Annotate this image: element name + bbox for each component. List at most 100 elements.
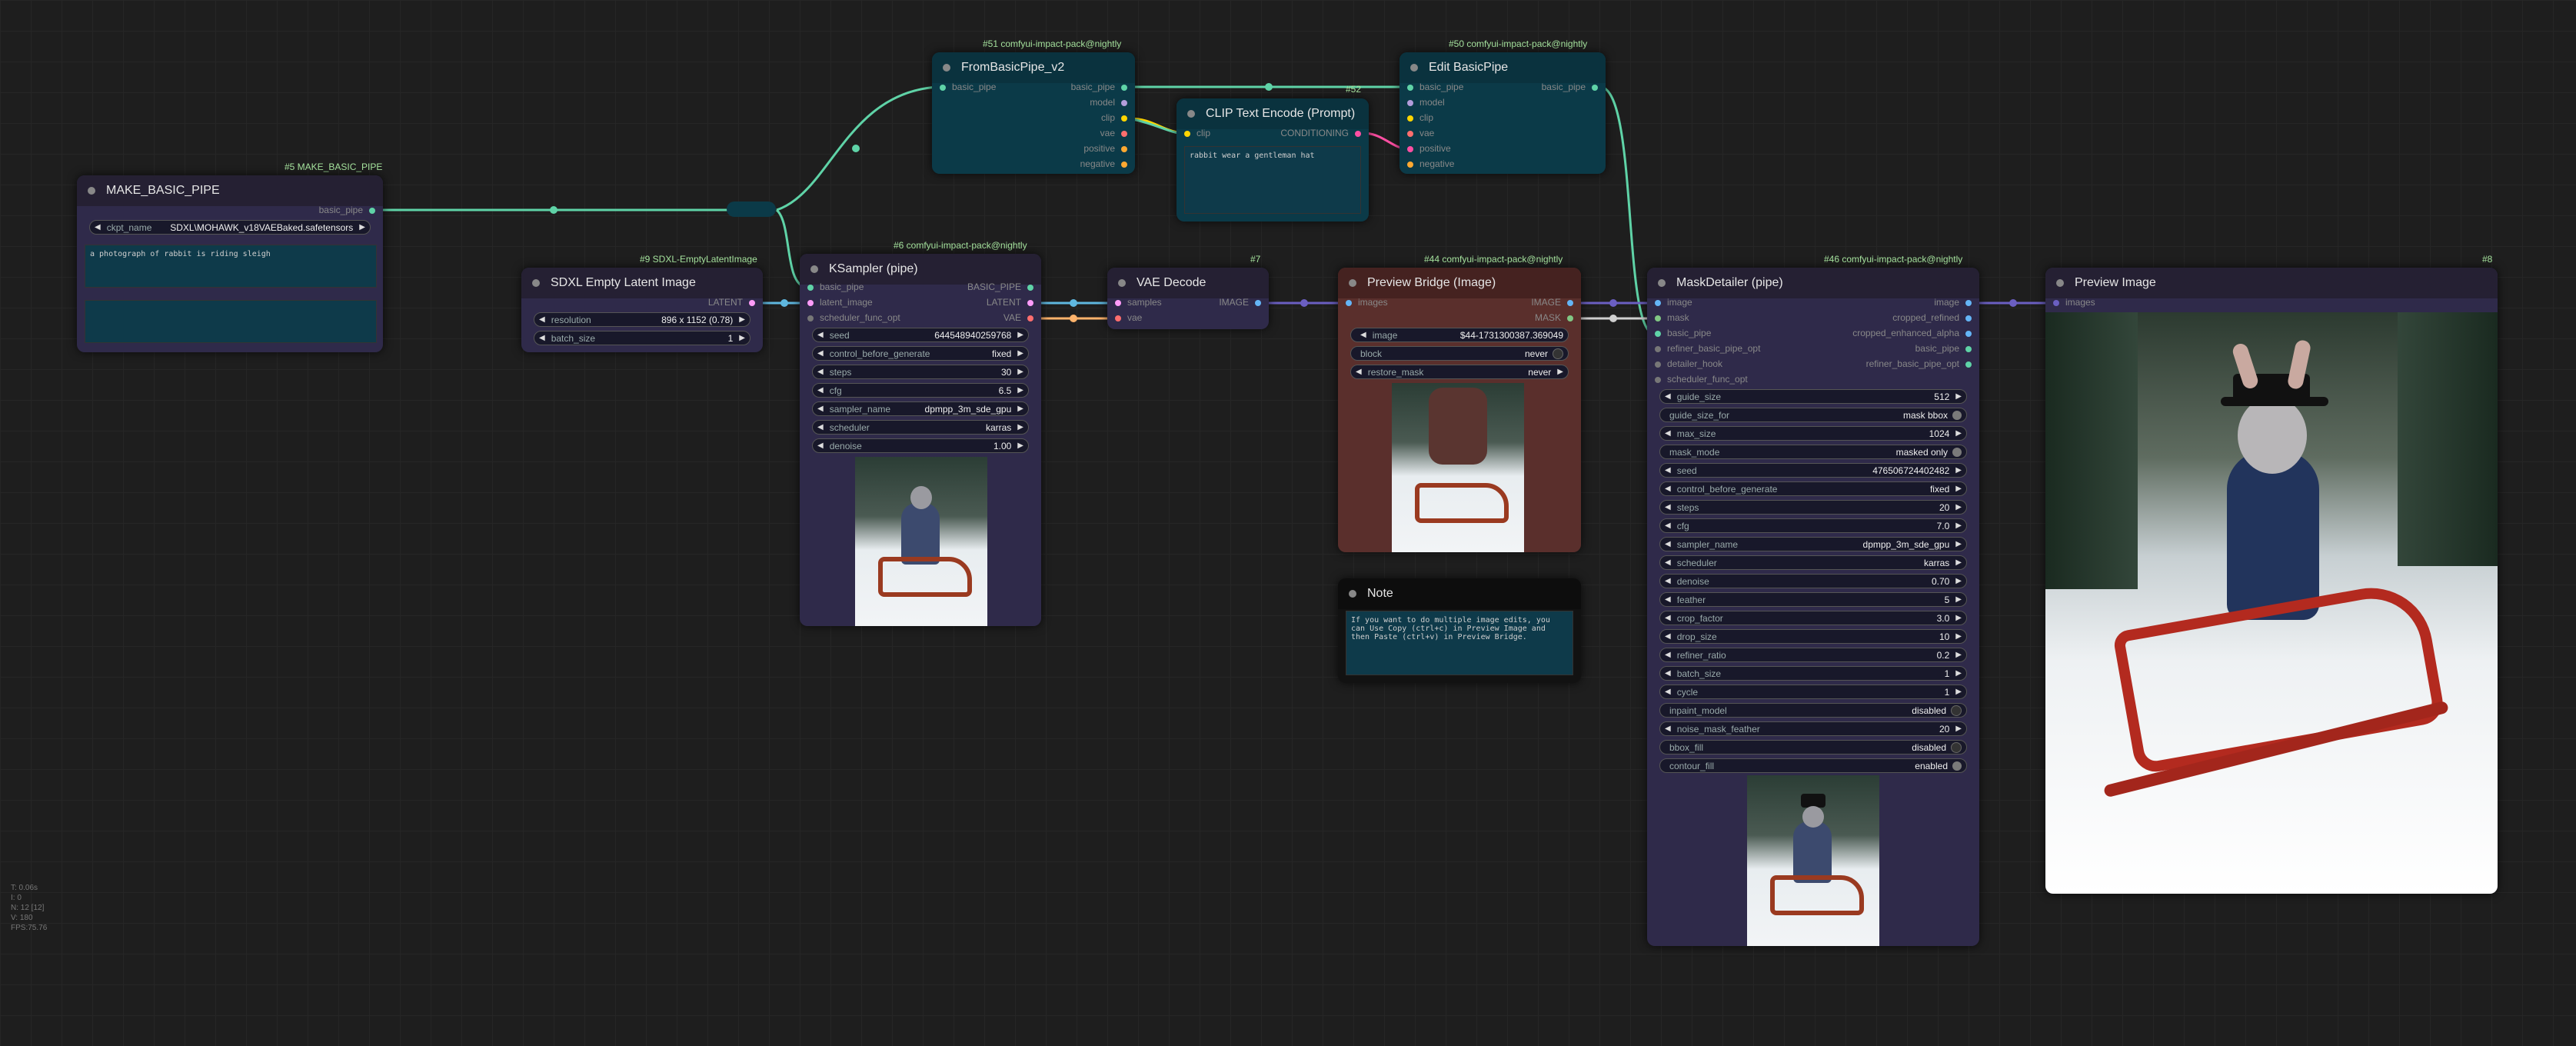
reroute-node[interactable]	[727, 202, 776, 217]
output-basic-pipe[interactable]: basic_pipe	[319, 205, 375, 218]
node-title[interactable]: Note	[1338, 578, 1581, 609]
clip-text-textarea[interactable]: rabbit wear a gentleman hat	[1184, 146, 1361, 214]
refiner-ratio-widget[interactable]: refiner_ratio 0.2	[1659, 648, 1967, 662]
node-title[interactable]: Edit BasicPipe	[1399, 52, 1606, 83]
output-model[interactable]: model	[1090, 97, 1127, 111]
restore-mask-widget[interactable]: restore_masknever	[1350, 365, 1569, 379]
output-basic-pipe[interactable]: BASIC_PIPE	[967, 281, 1033, 295]
prompt-textarea[interactable]: a photograph of rabbit is riding sleigh	[85, 245, 377, 288]
collapse-dot-icon[interactable]	[1658, 279, 1666, 287]
collapse-dot-icon[interactable]	[2056, 279, 2064, 287]
mask-mode-toggle[interactable]: mask_mode masked only	[1659, 445, 1967, 459]
output-latent[interactable]: LATENT	[987, 297, 1033, 311]
collapse-dot-icon[interactable]	[943, 64, 950, 72]
steps-widget[interactable]: steps30	[812, 365, 1029, 379]
input-image[interactable]: image	[1655, 297, 1692, 311]
collapse-dot-icon[interactable]	[1118, 279, 1126, 287]
input-basic-pipe[interactable]: basic_pipe	[807, 281, 864, 295]
seed-widget[interactable]: seed644548940259768	[812, 328, 1029, 342]
collapse-dot-icon[interactable]	[1349, 590, 1356, 598]
input-samples[interactable]: samples	[1115, 297, 1162, 311]
from-basic-pipe-node[interactable]: FromBasicPipe_v2 basic_pipe basic_pipe m…	[932, 52, 1135, 174]
scheduler-widget[interactable]: schedulerkarras	[812, 420, 1029, 435]
bbox-fill-toggle[interactable]: bbox_fill disabled	[1659, 740, 1967, 755]
input-vae[interactable]: vae	[1407, 128, 1434, 142]
collapse-dot-icon[interactable]	[1410, 64, 1418, 72]
block-toggle[interactable]: block never	[1350, 346, 1569, 361]
negative-prompt-textarea[interactable]	[85, 300, 377, 343]
input-vae[interactable]: vae	[1115, 312, 1142, 326]
output-latent[interactable]: LATENT	[708, 297, 755, 311]
preview-image-node[interactable]: Preview Image images	[2045, 268, 2498, 894]
batch-size-widget[interactable]: batch_size1	[534, 331, 751, 345]
output-image[interactable]: image	[1934, 297, 1972, 311]
collapse-dot-icon[interactable]	[1187, 110, 1195, 118]
node-title[interactable]: MaskDetailer (pipe)	[1647, 268, 1979, 298]
output-conditioning[interactable]: CONDITIONING	[1280, 128, 1361, 142]
node-title[interactable]: VAE Decode	[1107, 268, 1269, 298]
image-widget[interactable]: image$44-1731300387.369049	[1350, 328, 1569, 342]
input-negative[interactable]: negative	[1407, 158, 1454, 172]
cfg-widget[interactable]: cfg 7.0	[1659, 518, 1967, 533]
note-textarea[interactable]: If you want to do multiple image edits, …	[1346, 611, 1573, 675]
cfg-widget[interactable]: cfg6.5	[812, 383, 1029, 398]
preview-bridge-node[interactable]: Preview Bridge (Image) images IMAGE MASK…	[1338, 268, 1581, 552]
input-refiner-pipe[interactable]: refiner_basic_pipe_opt	[1655, 343, 1760, 357]
sampler-name-widget[interactable]: sampler_namedpmpp_3m_sde_gpu	[1659, 537, 1967, 551]
sampler-name-widget[interactable]: sampler_namedpmpp_3m_sde_gpu	[812, 401, 1029, 416]
collapse-dot-icon[interactable]	[532, 279, 540, 287]
output-basic-pipe[interactable]: basic_pipe	[1915, 343, 1972, 357]
edit-basic-pipe-node[interactable]: Edit BasicPipe basic_pipe model clip vae…	[1399, 52, 1606, 174]
output-positive[interactable]: positive	[1083, 143, 1127, 157]
note-node[interactable]: Note If you want to do multiple image ed…	[1338, 578, 1581, 683]
contour-fill-toggle[interactable]: contour_fill enabled	[1659, 758, 1967, 773]
input-mask[interactable]: mask	[1655, 312, 1689, 326]
node-title[interactable]: KSampler (pipe)	[800, 254, 1041, 285]
input-scheduler-func[interactable]: scheduler_func_opt	[807, 312, 900, 326]
mask-detailer-node[interactable]: MaskDetailer (pipe) image mask basic_pip…	[1647, 268, 1979, 946]
feather-widget[interactable]: feather 5	[1659, 592, 1967, 607]
noise-mask-feather-widget[interactable]: noise_mask_feather 20	[1659, 721, 1967, 736]
max-size-widget[interactable]: max_size 1024	[1659, 426, 1967, 441]
node-title[interactable]: Preview Image	[2045, 268, 2498, 298]
input-basic-pipe[interactable]: basic_pipe	[940, 82, 996, 95]
input-scheduler-func[interactable]: scheduler_func_opt	[1655, 374, 1748, 388]
node-title[interactable]: FromBasicPipe_v2	[932, 52, 1135, 83]
control-before-generate-widget[interactable]: control_before_generate fixed	[1659, 481, 1967, 496]
input-clip[interactable]: clip	[1184, 128, 1210, 142]
ckpt-name-widget[interactable]: ckpt_nameSDXL\MOHAWK_v18VAEBaked.safeten…	[89, 220, 371, 235]
output-cropped-refined[interactable]: cropped_refined	[1892, 312, 1972, 326]
guide-size-for-toggle[interactable]: guide_size_for mask bbox	[1659, 408, 1967, 422]
vae-decode-node[interactable]: VAE Decode samples vae IMAGE	[1107, 268, 1269, 329]
input-positive[interactable]: positive	[1407, 143, 1451, 157]
output-vae[interactable]: vae	[1100, 128, 1127, 142]
input-basic-pipe[interactable]: basic_pipe	[1407, 82, 1463, 95]
output-negative[interactable]: negative	[1080, 158, 1127, 172]
input-latent-image[interactable]: latent_image	[807, 297, 873, 311]
input-images[interactable]: images	[2053, 297, 2095, 311]
input-basic-pipe[interactable]: basic_pipe	[1655, 328, 1711, 341]
collapse-dot-icon[interactable]	[88, 187, 95, 195]
node-title[interactable]: SDXL Empty Latent Image	[521, 268, 763, 298]
input-model[interactable]: model	[1407, 97, 1445, 111]
input-clip[interactable]: clip	[1407, 112, 1433, 126]
output-refiner-pipe[interactable]: refiner_basic_pipe_opt	[1866, 358, 1972, 372]
output-clip[interactable]: clip	[1101, 112, 1127, 126]
clip-text-encode-node[interactable]: CLIP Text Encode (Prompt) clip CONDITION…	[1177, 98, 1369, 222]
seed-widget[interactable]: seed 476506724402482	[1659, 463, 1967, 478]
input-detailer-hook[interactable]: detailer_hook	[1655, 358, 1722, 372]
drop-size-widget[interactable]: drop_size 10	[1659, 629, 1967, 644]
output-vae[interactable]: VAE	[1003, 312, 1033, 326]
guide-size-widget[interactable]: guide_size 512	[1659, 389, 1967, 404]
output-image[interactable]: IMAGE	[1531, 297, 1573, 311]
cycle-widget[interactable]: cycle 1	[1659, 685, 1967, 699]
output-basic-pipe[interactable]: basic_pipe	[1542, 82, 1598, 95]
output-cropped-alpha[interactable]: cropped_enhanced_alpha	[1852, 328, 1972, 341]
denoise-widget[interactable]: denoise1.00	[812, 438, 1029, 453]
input-images[interactable]: images	[1346, 297, 1388, 311]
crop-factor-widget[interactable]: crop_factor 3.0	[1659, 611, 1967, 625]
output-basic-pipe[interactable]: basic_pipe	[1071, 82, 1127, 95]
node-title[interactable]: CLIP Text Encode (Prompt)	[1177, 98, 1369, 129]
inpaint-model-toggle[interactable]: inpaint_model disabled	[1659, 703, 1967, 718]
empty-latent-node[interactable]: SDXL Empty Latent Image LATENT resolutio…	[521, 268, 763, 352]
